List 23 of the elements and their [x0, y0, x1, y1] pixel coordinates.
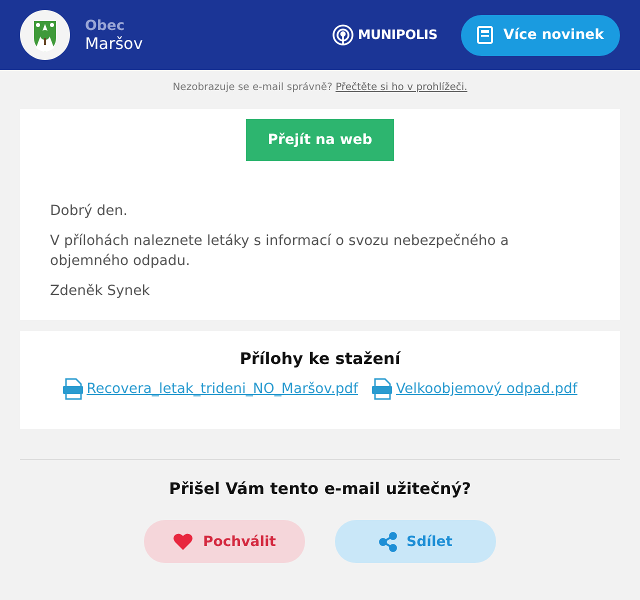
share-button[interactable]: Sdílet	[335, 520, 496, 563]
message-paragraph: Dobrý den.	[50, 202, 129, 221]
broadcast-icon	[332, 24, 354, 46]
heart-icon	[172, 532, 193, 550]
pdf-file-icon	[372, 378, 392, 400]
share-icon	[378, 532, 397, 552]
pdf-file-icon	[62, 378, 83, 400]
go-to-web-button[interactable]: Přejít na web	[246, 119, 394, 161]
attachment-link[interactable]: Recovera_letak_trideni_NO_Maršov.pdf	[86, 381, 358, 397]
municipality-name: Maršov	[85, 34, 144, 52]
message-paragraph: V přílohách naleznete letáky s informací o svozu nebezpečného a objemného odpadu.	[50, 232, 510, 271]
browser-view-notice: Nezobrazuje se e-mail správně? Přečtěte si ho v prohlížeči.	[172, 82, 468, 93]
more-news-button[interactable]: Více novinek	[461, 14, 620, 56]
municipality-label: Obec	[85, 18, 126, 34]
attachments-title: Přílohy ke stažení	[238, 349, 402, 368]
browser-view-link[interactable]: Přečtěte si ho v prohlížeči.	[336, 82, 468, 93]
brand-name: MUNIPOLIS	[358, 28, 438, 42]
coat-of-arms-logo	[20, 10, 70, 60]
praise-button[interactable]: Pochválit	[144, 520, 305, 563]
newspaper-icon	[477, 26, 494, 44]
message-paragraph: Zdeněk Synek	[50, 282, 151, 301]
feedback-question: Přišel Vám tento e-mail užitečný?	[168, 479, 472, 498]
attachment-link[interactable]: Velkoobjemový odpad.pdf	[396, 381, 578, 397]
